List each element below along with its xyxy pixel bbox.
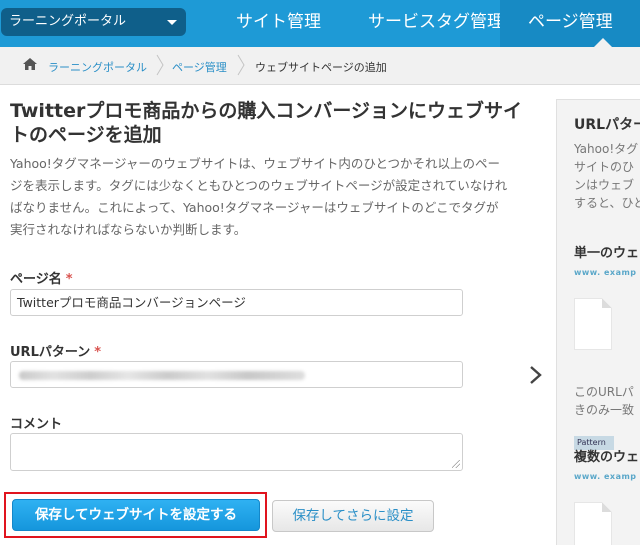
multiple-example-url: www. examp le_ <box>574 472 640 481</box>
side-panel-title: URLパター <box>574 117 640 133</box>
side-panel-description: Yahoo!タグ サイトのひ ンはウェブ すると、ひと <box>574 140 640 212</box>
resize-handle-icon[interactable] <box>452 460 460 468</box>
breadcrumb-page-manage-link[interactable]: ページ管理 <box>172 59 227 75</box>
side-panel-note: このURLパ きのみ一致 <box>574 383 640 419</box>
url-pattern-label: URLパターン * <box>10 341 101 360</box>
top-navigation-bar: ラーニングポータル サイト管理 サービスタグ管理 ページ管理 <box>0 0 640 47</box>
page-name-label: ページ名 * <box>10 268 73 287</box>
url-pattern-input[interactable] <box>10 361 463 388</box>
portal-select-dropdown[interactable]: ラーニングポータル <box>1 8 186 36</box>
page-name-label-text: ページ名 <box>10 272 62 287</box>
document-icon <box>574 298 612 350</box>
single-website-heading: 単一のウェ <box>574 246 640 261</box>
required-marker: * <box>65 272 73 287</box>
side-panel-note-line: このURLパ <box>574 385 634 399</box>
comment-label: コメント <box>10 417 63 432</box>
comment-textarea[interactable] <box>10 433 463 471</box>
breadcrumb: ラーニングポータル ページ管理 ウェブサイトページの追加 <box>0 47 640 85</box>
breadcrumb-separator-icon <box>237 54 245 76</box>
side-panel-desc-line: サイトのひ <box>574 160 635 174</box>
help-side-panel: URLパター Yahoo!タグ サイトのひ ンはウェブ すると、ひと 単一のウェ… <box>556 99 640 545</box>
nav-page-manage-label: ページ管理 <box>528 12 613 32</box>
breadcrumb-separator-icon <box>156 54 164 76</box>
url-pattern-label-text: URLパターン <box>10 345 91 360</box>
side-panel-desc-line: Yahoo!タグ <box>574 142 639 156</box>
chevron-down-icon <box>167 20 177 25</box>
save-and-continue-button[interactable]: 保存してさらに設定 <box>272 500 434 532</box>
save-and-set-website-button[interactable]: 保存してウェブサイトを設定する <box>12 499 260 531</box>
active-tab-pointer <box>594 38 612 47</box>
page-title: Twitterプロモ商品からの購入コンバージョンにウェブサイトのページを追加 <box>10 100 522 146</box>
side-panel-desc-line: ンはウェブ <box>574 178 635 192</box>
breadcrumb-portal-link[interactable]: ラーニングポータル <box>48 59 147 75</box>
breadcrumb-current: ウェブサイトページの追加 <box>255 61 387 74</box>
portal-select-label: ラーニングポータル <box>9 14 127 29</box>
home-icon[interactable] <box>22 57 38 71</box>
page-description: Yahoo!タグマネージャーのウェブサイトは、ウェブサイト内のひとつかそれ以上の… <box>10 156 508 237</box>
document-icon <box>574 502 612 545</box>
nav-page-manage[interactable]: ページ管理 <box>500 0 640 47</box>
required-marker: * <box>94 345 102 360</box>
nav-service-tag-manage[interactable]: サービスタグ管理 <box>368 0 504 47</box>
blurred-url-value <box>19 371 305 380</box>
nav-site-manage[interactable]: サイト管理 <box>236 0 321 47</box>
page-name-input[interactable]: Twitterプロモ商品コンバージョンページ <box>10 289 463 316</box>
chevron-right-icon[interactable] <box>528 363 544 387</box>
multiple-website-heading: 複数のウェ <box>574 450 640 465</box>
single-example-url: www. examp le_ <box>574 268 640 277</box>
side-panel-note-line: きのみ一致 <box>574 403 635 417</box>
side-panel-desc-line: すると、ひと <box>574 196 640 210</box>
